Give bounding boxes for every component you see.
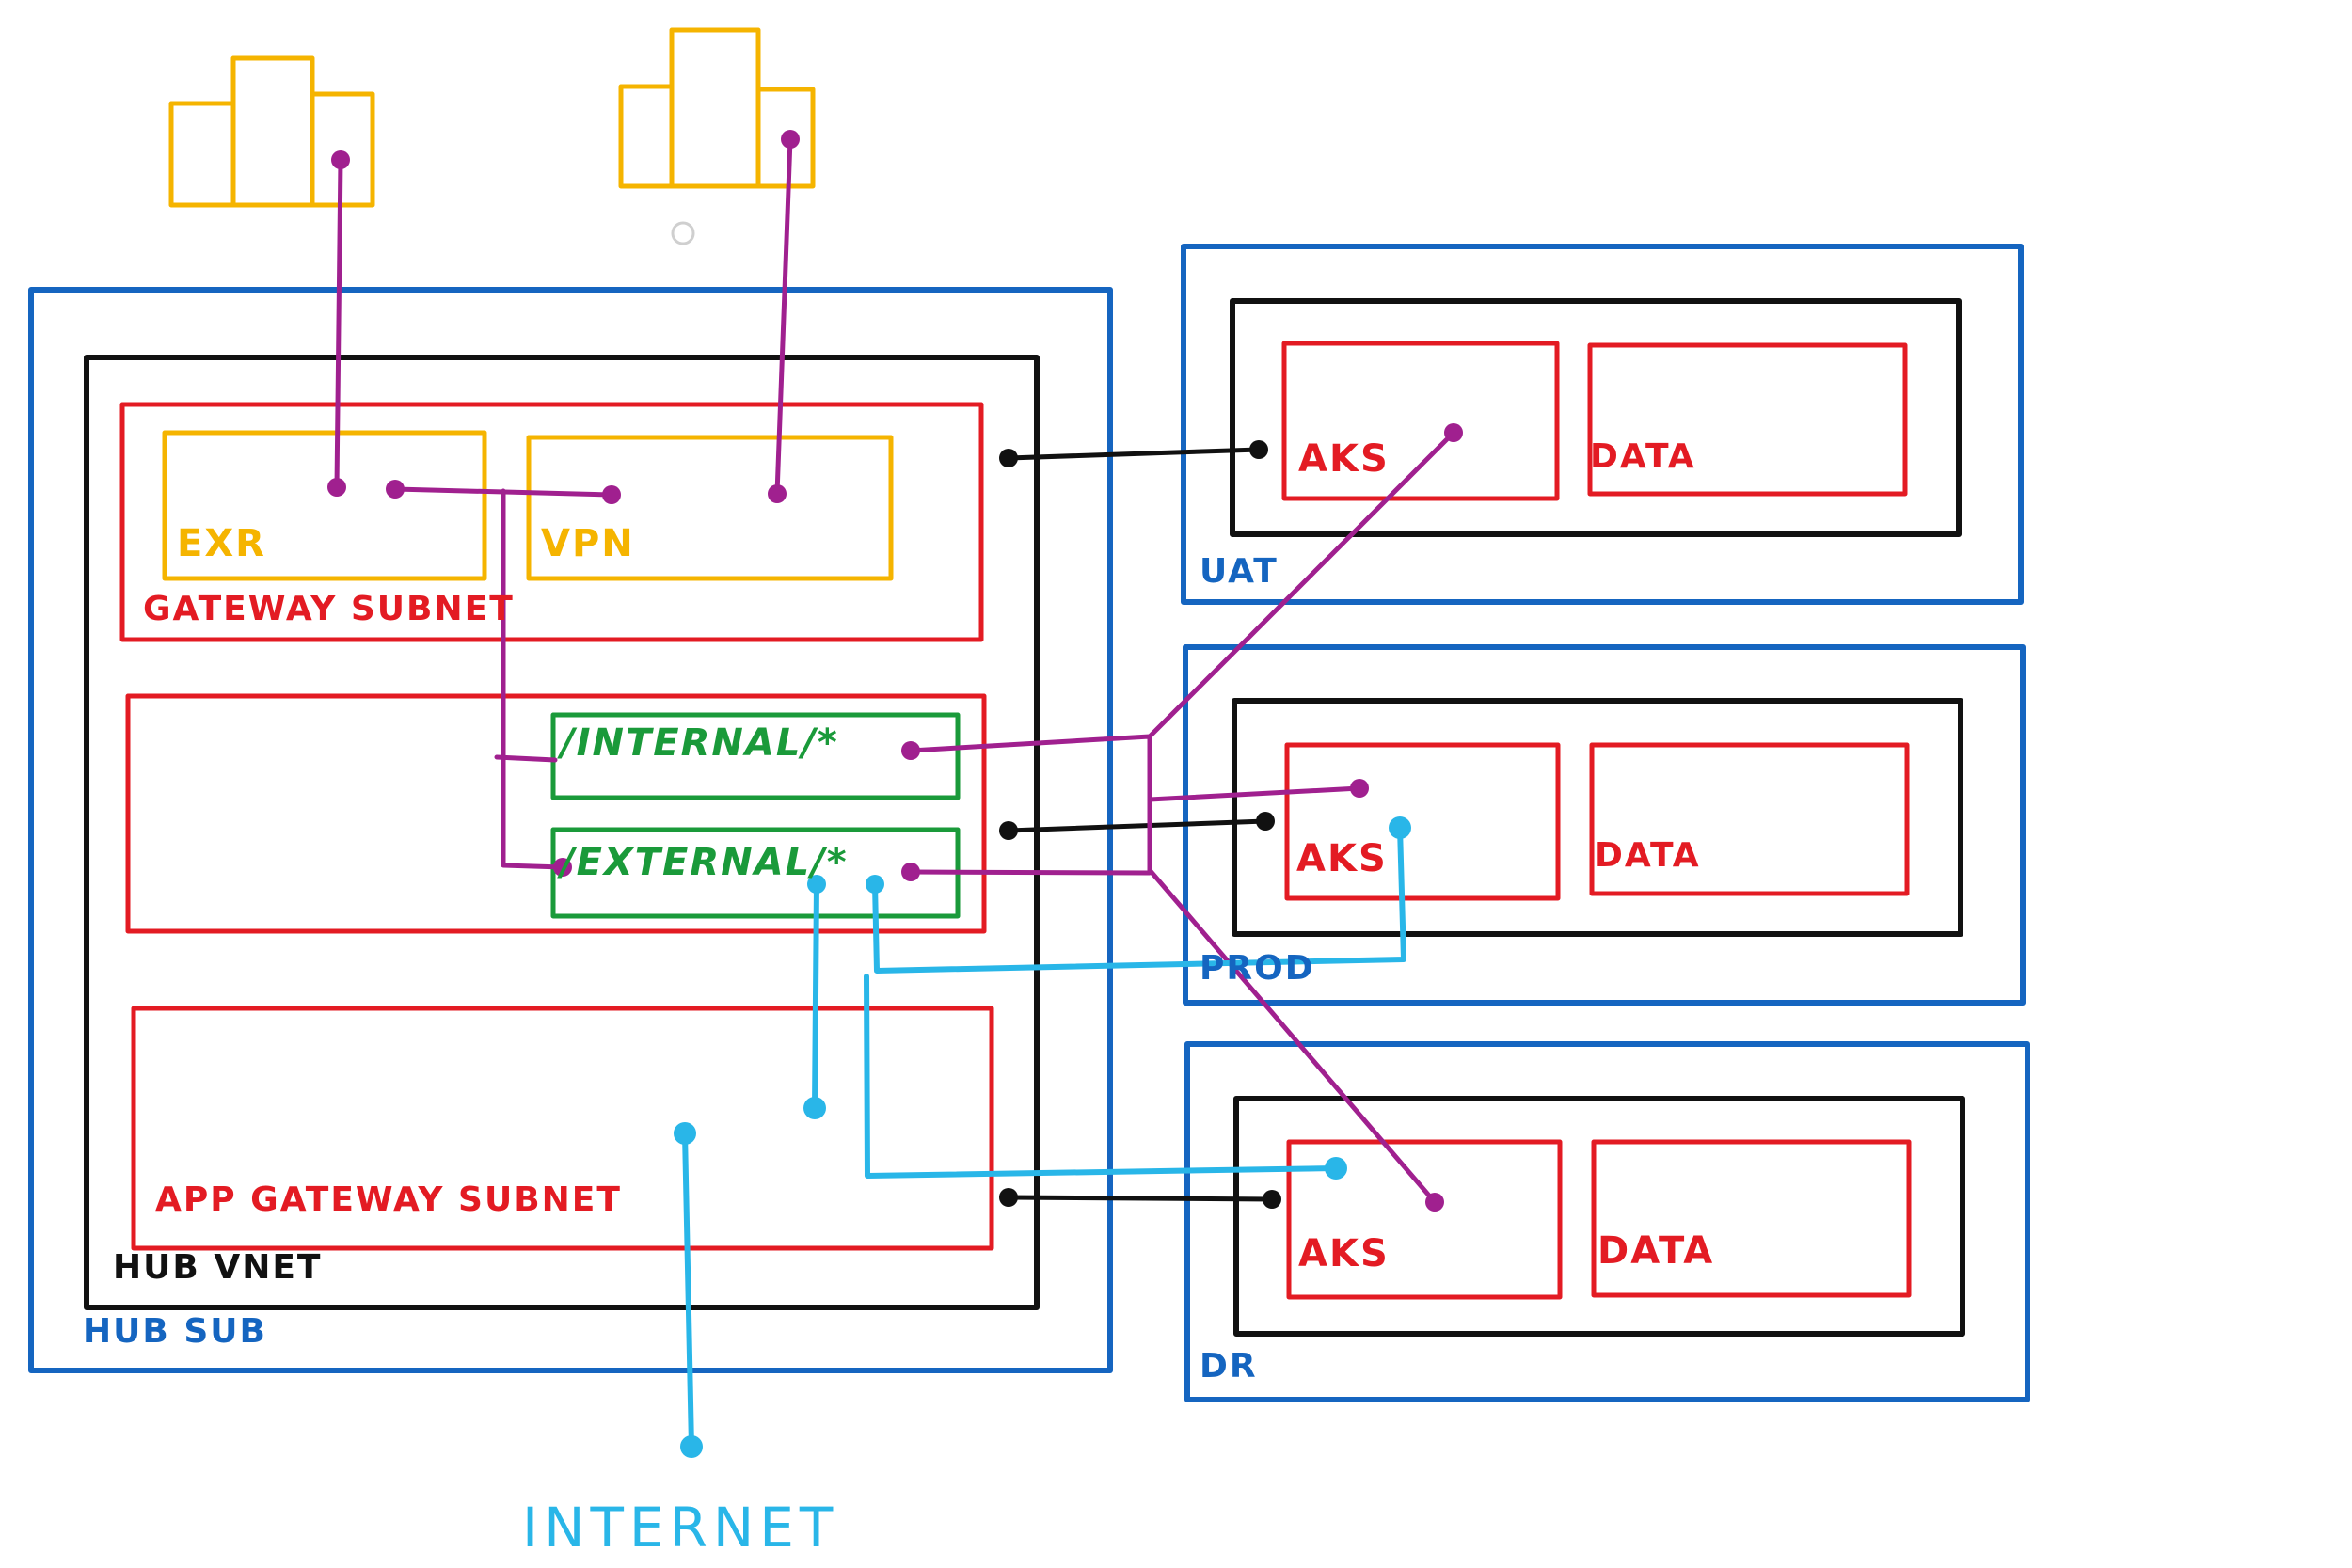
vpn-gateway-box (526, 435, 894, 581)
route-dot (602, 485, 621, 504)
peering-dot (1263, 1190, 1281, 1209)
peering-link-dr (1006, 1195, 1275, 1202)
prod-aks-box (1284, 742, 1561, 901)
route-dot (1350, 779, 1369, 798)
peering-link-prod (1006, 818, 1268, 833)
architecture-diagram (28, 27, 2030, 1458)
route-to-prod-aks (1147, 785, 1362, 802)
peering-dot (999, 1188, 1018, 1207)
uat-data-box (1587, 342, 1908, 497)
internal-route-feed (494, 754, 558, 763)
peering-links (1006, 447, 1275, 1202)
exr-gateway-box (162, 430, 487, 581)
app-gateway-subnet-box (131, 1006, 994, 1251)
marker-circle (671, 221, 695, 245)
route-dot (901, 741, 920, 760)
route-dot (331, 150, 350, 169)
vpn-uplink (774, 136, 793, 497)
routing-subnet-box (125, 693, 987, 934)
internal-route-box (550, 712, 961, 800)
gateway-to-routes (501, 488, 565, 870)
internet-dot (680, 1435, 703, 1458)
route-to-uat-aks (1147, 430, 1456, 739)
route-dot (386, 480, 405, 499)
internet-dot (807, 875, 826, 894)
peering-link-uat (1006, 447, 1262, 461)
uat-aks-box (1281, 341, 1560, 501)
building-icon (618, 27, 816, 189)
hub-vnet-box (84, 355, 1040, 1310)
route-dot (901, 863, 920, 881)
route-dot (327, 478, 346, 497)
route-dot (553, 858, 572, 877)
internet-uplink (682, 1131, 694, 1449)
route-dot (781, 130, 800, 149)
internet-dot (803, 1097, 826, 1119)
route-dot (768, 484, 787, 503)
dr-data-box (1591, 1139, 1912, 1298)
peering-dot (999, 821, 1018, 840)
route-to-dr-aks (1147, 867, 1438, 1205)
route-dot (1444, 423, 1463, 442)
external-route-box (550, 827, 961, 919)
internet-routes (682, 825, 1406, 1449)
internet-dot (1325, 1157, 1347, 1180)
internal-route-out (908, 734, 1152, 876)
internet-dot (1389, 816, 1411, 839)
internet-dot (866, 875, 884, 894)
exr-uplink (334, 157, 343, 490)
prod-data-box (1589, 742, 1910, 896)
peering-dot (1256, 812, 1275, 831)
internet-dot (674, 1122, 696, 1145)
route-dot (1425, 1193, 1444, 1212)
peering-dot (1249, 440, 1268, 459)
appgw-to-external (812, 881, 819, 1111)
peering-dot (999, 449, 1018, 467)
